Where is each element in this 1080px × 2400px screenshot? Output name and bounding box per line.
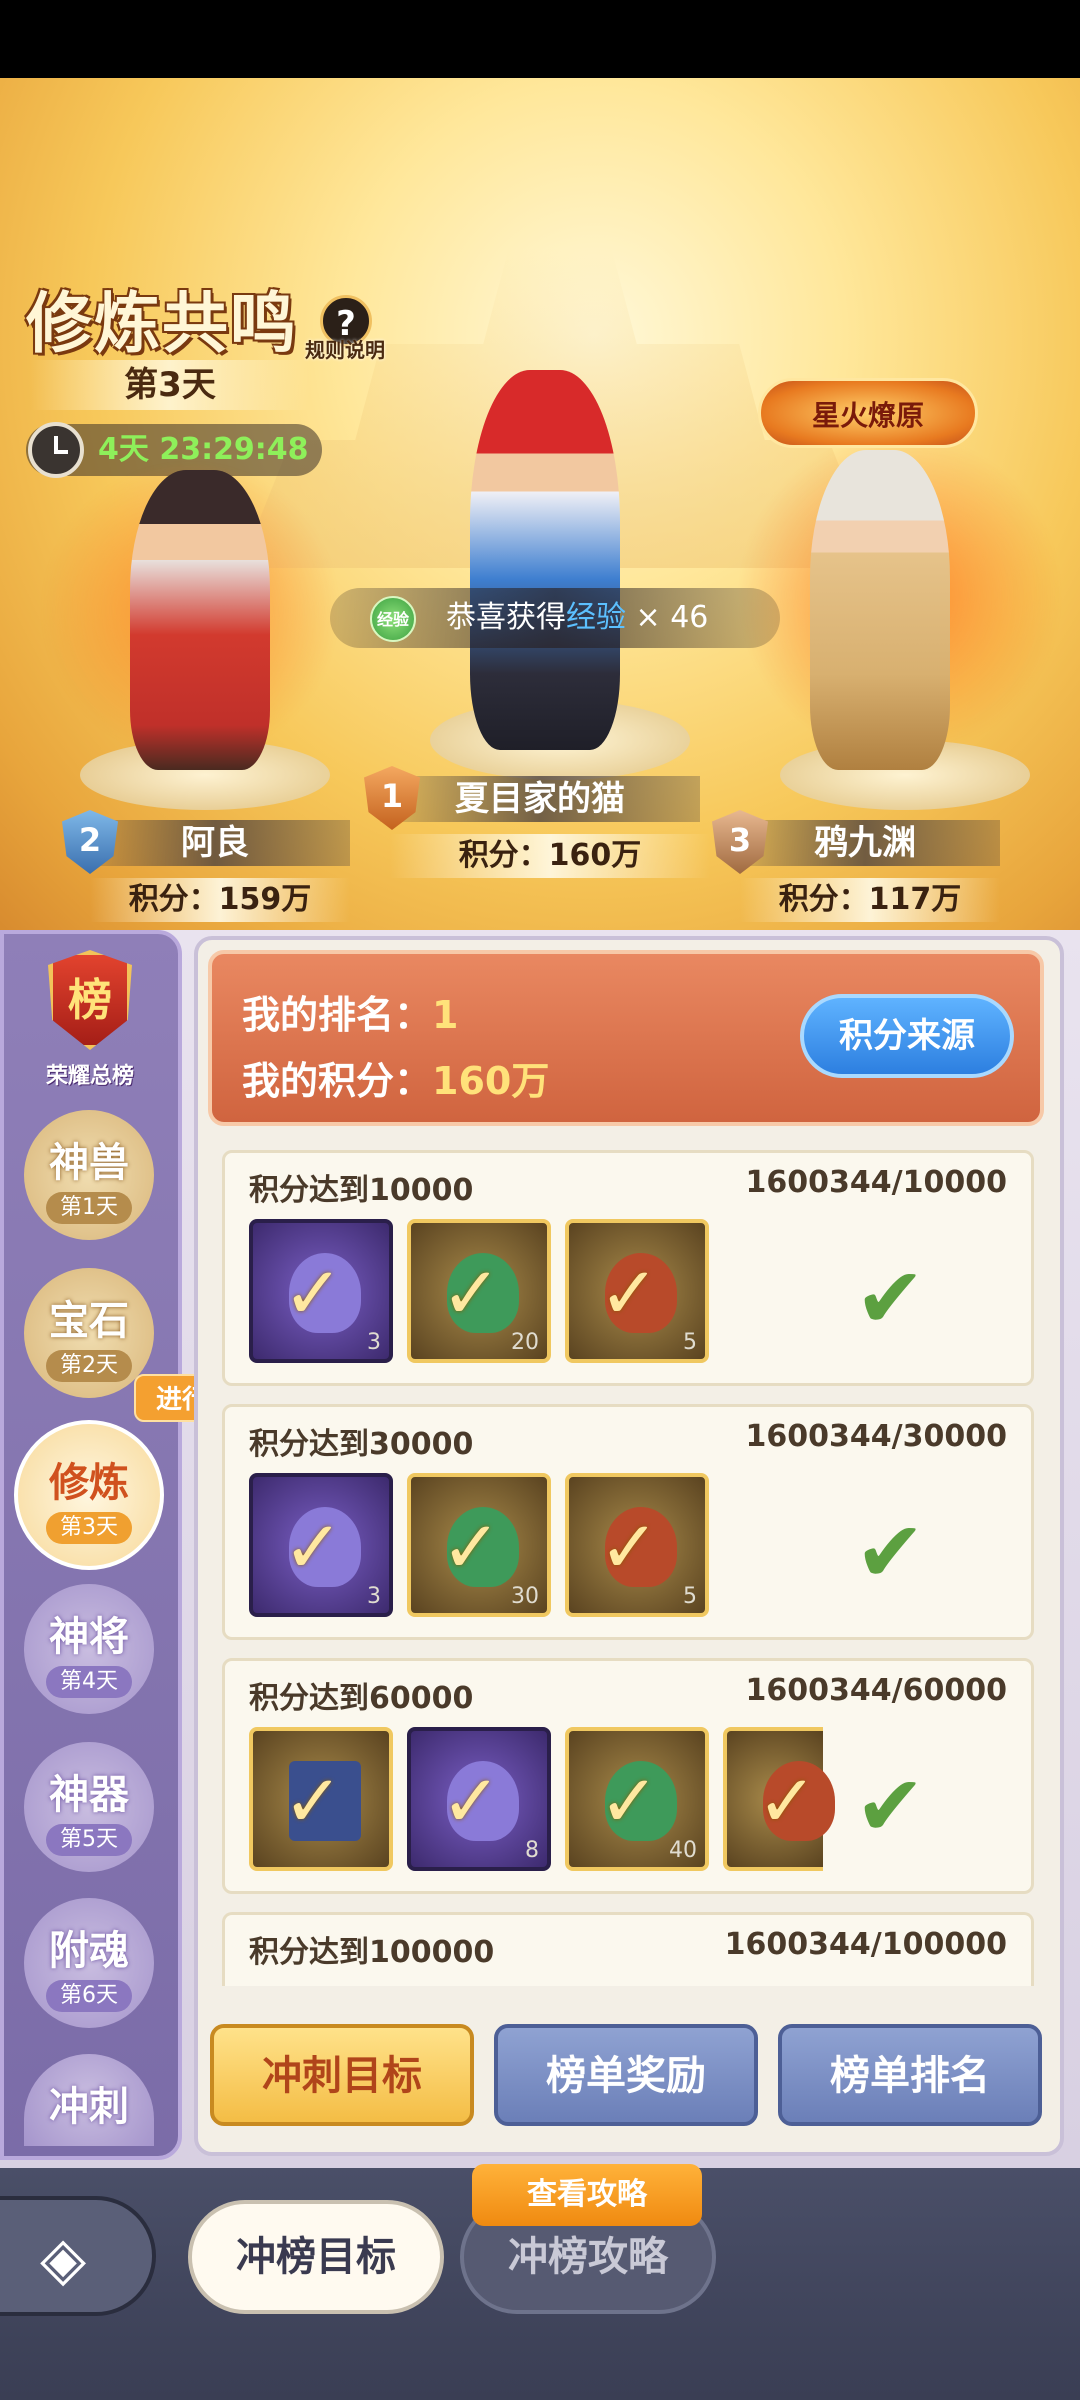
side-tab-day: 第1天 (46, 1192, 132, 1224)
glory-ranking-tab[interactable]: 榜 荣耀总榜 (20, 950, 160, 1100)
claimed-check-icon: ✓ (599, 1505, 660, 1589)
rank3-name: 鸦九渊 (730, 820, 1000, 866)
my-rank-value: 1 (432, 993, 459, 1037)
side-tab-label: 神器 (49, 1772, 129, 1818)
reward-tier: 积分达到60000 1600344/60000 ✓ ✓ 8 ✓ 40 ✓ ✔ (222, 1658, 1034, 1894)
exp-icon: 经验 (370, 596, 416, 642)
item-qty: 8 (525, 1838, 539, 1863)
tier-title: 积分达到60000 (249, 1681, 474, 1716)
tier-progress: 1600344/100000 (724, 1927, 1007, 1962)
reward-tier: 积分达到30000 1600344/30000 ✓ 3 ✓ 30 ✓ 5 ✔ (222, 1404, 1034, 1640)
claimed-check-icon: ✓ (599, 1251, 660, 1335)
day-label: 第3天 (30, 360, 310, 410)
my-score-value: 160万 (432, 1059, 550, 1103)
exp-notice-prefix: 恭喜获得 (446, 600, 566, 635)
my-score-line: 我的积分：160万 (242, 1050, 549, 1105)
status-bar (0, 0, 1080, 78)
tab-rank-reward[interactable]: 榜单奖励 (494, 2024, 758, 2126)
claimed-check-icon: ✓ (441, 1759, 502, 1843)
side-tab-artifact[interactable]: 神器 第5天 (24, 1742, 154, 1872)
back-arrow-icon: ◈ (40, 2224, 87, 2294)
tier-title: 积分达到10000 (249, 1173, 474, 1208)
item-qty: 5 (683, 1584, 697, 1609)
character-center (470, 370, 620, 750)
character-right (810, 450, 950, 770)
tier-complete-check-icon: ✔ (855, 1249, 926, 1347)
reward-tier: 积分达到10000 1600344/10000 ✓ 3 ✓ 20 ✓ 5 ✔ (222, 1150, 1034, 1386)
score-source-button[interactable]: 积分来源 (800, 994, 1014, 1078)
claimed-check-icon: ✓ (283, 1251, 344, 1335)
side-tab-label: 附魂 (49, 1928, 129, 1974)
claimed-check-icon: ✓ (283, 1505, 344, 1589)
exp-notice-count: × 46 (635, 600, 709, 635)
side-tab-day: 第5天 (46, 1824, 132, 1856)
side-tab-label: 冲刺 (49, 2084, 129, 2130)
item-qty: 30 (511, 1584, 539, 1609)
reward-item-spirit-flame[interactable]: ✓ 8 (407, 1727, 551, 1871)
my-rank-label: 我的排名： (242, 993, 433, 1037)
rank2-score: 积分：159万 (90, 878, 350, 922)
footer-tab-target[interactable]: 冲榜目标 (188, 2200, 444, 2314)
side-tab-beast[interactable]: 神兽 第1天 (24, 1110, 154, 1240)
tab-rank-list[interactable]: 榜单排名 (778, 2024, 1042, 2126)
page-title: 修炼共鸣 (26, 285, 298, 362)
item-qty: 40 (669, 1838, 697, 1863)
reward-item-book[interactable]: ✓ (249, 1727, 393, 1871)
my-score-label: 我的积分： (242, 1059, 433, 1103)
side-tab-day: 第2天 (46, 1350, 132, 1382)
rank3-score: 积分：117万 (740, 878, 1000, 922)
reward-item-jade[interactable]: ✓ 40 (565, 1727, 709, 1871)
reward-item-stone[interactable]: ✓ 5 (565, 1473, 709, 1617)
tier-title: 积分达到100000 (249, 1935, 495, 1970)
reward-item-spirit-flame[interactable]: ✓ 3 (249, 1473, 393, 1617)
tier-complete-check-icon: ✔ (855, 1757, 926, 1855)
reward-item-jade[interactable]: ✓ 30 (407, 1473, 551, 1617)
rank2-name: 阿良 (80, 820, 350, 866)
clock-icon (28, 422, 84, 478)
tier-progress: 1600344/60000 (745, 1673, 1007, 1708)
claimed-check-icon: ✓ (599, 1759, 660, 1843)
reward-item-jade[interactable]: ✓ 20 (407, 1219, 551, 1363)
side-tab-label: 神兽 (49, 1140, 129, 1186)
item-qty: 5 (683, 1330, 697, 1355)
claimed-check-icon: ✓ (441, 1251, 502, 1335)
claimed-check-icon: ✓ (441, 1505, 502, 1589)
item-qty: 3 (367, 1330, 381, 1355)
side-tab-general[interactable]: 神将 第4天 (24, 1584, 154, 1714)
ranking-crest-icon: 榜 (48, 950, 132, 1050)
fire-title-badge: 星火燎原 (758, 378, 978, 448)
side-tab-label: 神将 (49, 1614, 129, 1660)
rank1-name: 夏目家的猫 (380, 776, 700, 822)
rank1-score: 积分：160万 (390, 834, 710, 878)
side-tab-cultivation[interactable]: 修炼 第3天 (14, 1420, 164, 1570)
item-qty: 20 (511, 1330, 539, 1355)
item-qty: 3 (367, 1584, 381, 1609)
side-tab-day: 第3天 (46, 1512, 132, 1544)
tier-complete-check-icon: ✔ (855, 1503, 926, 1601)
my-rank-line: 我的排名：1 (242, 984, 458, 1039)
tier-progress: 1600344/30000 (745, 1419, 1007, 1454)
glory-ranking-label: 荣耀总榜 (45, 1064, 134, 1089)
side-tab-label: 修炼 (49, 1460, 129, 1506)
reward-item-stone[interactable]: ✓ 5 (565, 1219, 709, 1363)
claimed-check-icon: ✓ (283, 1759, 344, 1843)
side-tab-day: 第4天 (46, 1666, 132, 1698)
reward-item-spirit-flame[interactable]: ✓ 3 (249, 1219, 393, 1363)
tier-progress: 1600344/10000 (745, 1165, 1007, 1200)
reward-tier: 积分达到100000 1600344/100000 (222, 1912, 1034, 1986)
side-tab-label: 宝石 (49, 1298, 129, 1344)
view-guide-tag[interactable]: 查看攻略 (472, 2164, 702, 2226)
help-label[interactable]: 规则说明 (305, 334, 385, 363)
reward-item-stone[interactable]: ✓ (723, 1727, 835, 1871)
exp-notice-item: 经验 (566, 600, 626, 635)
claimed-check-icon: ✓ (757, 1759, 818, 1843)
character-left (130, 470, 270, 770)
tier-title: 积分达到30000 (249, 1427, 474, 1462)
side-tab-soul[interactable]: 附魂 第6天 (24, 1898, 154, 2028)
tab-sprint-target[interactable]: 冲刺目标 (210, 2024, 474, 2126)
side-tab-day: 第6天 (46, 1980, 132, 2012)
